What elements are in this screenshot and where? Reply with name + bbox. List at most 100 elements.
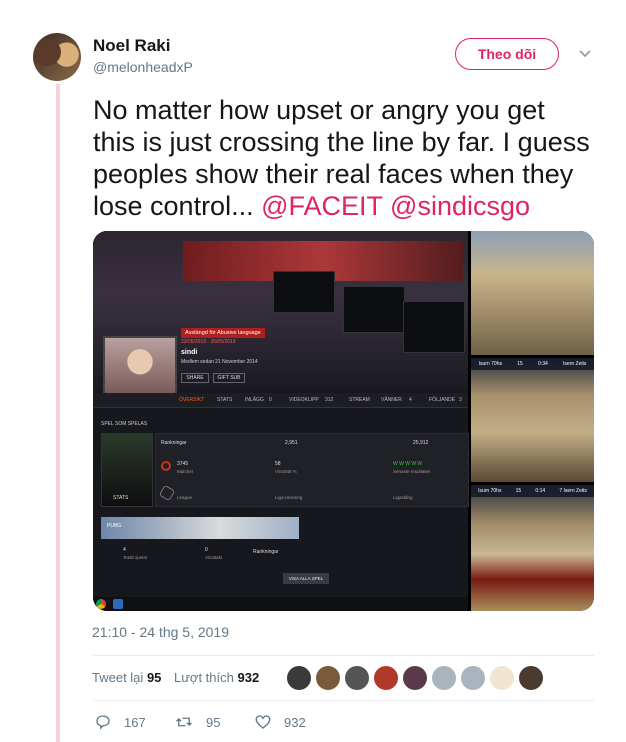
tweet-timestamp[interactable]: 21:10 - 24 thg 5, 2019: [92, 624, 229, 640]
mention-link[interactable]: @sindicsgo: [390, 191, 530, 221]
pubg-total-label: Totalt spelat: [123, 555, 148, 560]
pubg-label: PUBG: [107, 523, 122, 529]
pubg-wins-label: Vinsttakt: [205, 555, 223, 560]
tweet-text: No matter how upset or angry you get thi…: [93, 94, 603, 222]
matches-label: Matcher: [177, 469, 194, 474]
liker-avatar[interactable]: [461, 666, 485, 690]
like-stat-label: Lượt thích: [174, 670, 234, 685]
tweet-text-tail: lose control...: [93, 191, 254, 221]
liker-avatar[interactable]: [490, 666, 514, 690]
tweet-text-line: lose control... @FACEIT @sindicsgo: [93, 190, 603, 222]
monitor-shape: [343, 286, 405, 333]
eu-rank-value: 25,912: [413, 440, 429, 446]
pubg-banner: [101, 517, 299, 539]
retweet-stat-count: 95: [146, 670, 162, 685]
hud-score: 15: [517, 361, 523, 367]
media-image-gameplay-2[interactable]: Isurn 70hs 15 0:34 Isern Zeits: [471, 358, 594, 482]
level-ring-icon: [161, 461, 171, 471]
win-rate-value: 58: [275, 461, 281, 467]
share-label: SHARE: [186, 375, 204, 381]
nav-tab: INLÄGG: [245, 397, 264, 403]
divider: [93, 655, 594, 656]
media-grid: Avstängd för Abusive language 23/05/2019…: [93, 231, 594, 611]
author-handle[interactable]: @melonheadxP: [93, 59, 193, 75]
browser-icon: [113, 599, 123, 609]
divider: [93, 700, 594, 701]
hud-left-team: Isurn 70hs: [478, 361, 502, 367]
thread-line: [56, 84, 60, 742]
liker-avatar[interactable]: [432, 666, 456, 690]
like-stat-count: 932: [237, 670, 260, 685]
nav-count: 312: [325, 397, 334, 403]
matches-value: 3745: [177, 461, 189, 467]
member-since: Medlem sedan 21 November 2014: [181, 359, 258, 365]
tweet-text-line: No matter how upset or angry you get: [93, 95, 545, 125]
media-column-gameplay: Isurn 70hs 15 0:34 Isern Zeits Isurn 70h…: [471, 231, 594, 611]
like-stat[interactable]: Lượt thích 932: [174, 670, 259, 685]
ban-badge: Avstängd för Abusive language: [181, 328, 265, 338]
share-button: SHARE: [181, 373, 209, 383]
liker-avatar[interactable]: [287, 666, 311, 690]
liker-avatar[interactable]: [403, 666, 427, 690]
liker-avatar[interactable]: [345, 666, 369, 690]
retweet-count: 95: [206, 714, 221, 730]
retweet-stat[interactable]: Tweet lại 95: [92, 670, 161, 685]
rankings-label: Rankningar: [161, 440, 187, 446]
monitor-shape: [403, 301, 465, 353]
gift-sub-button: GIFT SUB: [213, 373, 245, 383]
author-avatar[interactable]: [33, 33, 81, 81]
chevron-down-icon[interactable]: [579, 47, 591, 59]
heart-icon: [255, 715, 271, 729]
hud-right-team: Isern Zeits: [563, 361, 587, 367]
nav-count: 3: [459, 397, 462, 403]
liker-avatar[interactable]: [519, 666, 543, 690]
recent-results-label: Senaste resultaten: [393, 469, 431, 474]
retweet-icon: [176, 717, 192, 727]
mention-link[interactable]: @FACEIT: [261, 191, 382, 221]
rank-value: 2,951: [285, 440, 298, 446]
league-label: League: [177, 495, 193, 500]
follow-button[interactable]: Theo dõi: [455, 38, 559, 70]
tweet-text-line: peoples show their real faces when they: [93, 159, 574, 189]
league-tier-label: Ligastång: [393, 495, 413, 500]
game-hud: Isurn 70hs 15 0:34 Isern Zeits: [471, 358, 594, 370]
retweet-action[interactable]: 95: [174, 713, 220, 731]
nav-count: 4: [409, 397, 412, 403]
hud-left-team: Isurn 70hs: [478, 488, 502, 494]
hud-score: 15: [515, 488, 522, 494]
pubg-wins-value: 0: [205, 547, 208, 553]
liker-avatar[interactable]: [374, 666, 398, 690]
faceit-nav: ÖVERSIKT STATS INLÄGG 0 VIDEOKLIPP 312 S…: [93, 393, 468, 408]
taskbar: [93, 597, 468, 611]
gift-label: GIFT SUB: [217, 375, 241, 381]
reply-action[interactable]: 167: [94, 713, 146, 731]
league-rank-label: Liga-rankning: [275, 495, 303, 500]
hud-time: 0:14: [535, 488, 546, 494]
faceit-username: sindi: [181, 349, 198, 356]
show-all-games-button: VISA ALLA SPEL: [283, 573, 329, 584]
recent-results: W W W W W: [393, 461, 423, 467]
section-title: SPEL SOM SPELAS: [101, 421, 148, 427]
nav-tab: VÄNNER: [381, 397, 402, 403]
nav-tab: FÖLJANDE: [429, 397, 456, 403]
media-image-faceit-profile[interactable]: Avstängd för Abusive language 23/05/2019…: [93, 231, 469, 611]
nav-tab: STATS: [217, 397, 233, 403]
media-image-gameplay-1[interactable]: [471, 231, 594, 355]
win-rate-label: Vinstratt %: [275, 469, 297, 474]
hud-time: 0:34: [538, 361, 548, 367]
like-action[interactable]: 932: [254, 713, 306, 731]
monitor-shape: [273, 271, 335, 313]
tweet-text-line: this is just crossing the line by far. I…: [93, 127, 590, 157]
like-count: 932: [284, 714, 306, 730]
game-hud: Isurn 70hs 15 0:14 7 Isern Zeits: [471, 485, 594, 497]
hud-right-team: 7 Isern Zeits: [559, 488, 587, 494]
pubg-rank-label: Rankningar: [253, 549, 279, 555]
author-name[interactable]: Noel Raki: [93, 36, 170, 56]
reply-count: 167: [124, 714, 146, 730]
liker-avatar[interactable]: [316, 666, 340, 690]
media-image-gameplay-3[interactable]: Isurn 70hs 15 0:14 7 Isern Zeits: [471, 485, 594, 611]
ban-dates: 23/05/2019 - 25/05/2019: [181, 339, 236, 345]
nav-count: 0: [269, 397, 272, 403]
nav-tab: STREAM: [349, 397, 370, 403]
chrome-icon: [96, 599, 106, 609]
